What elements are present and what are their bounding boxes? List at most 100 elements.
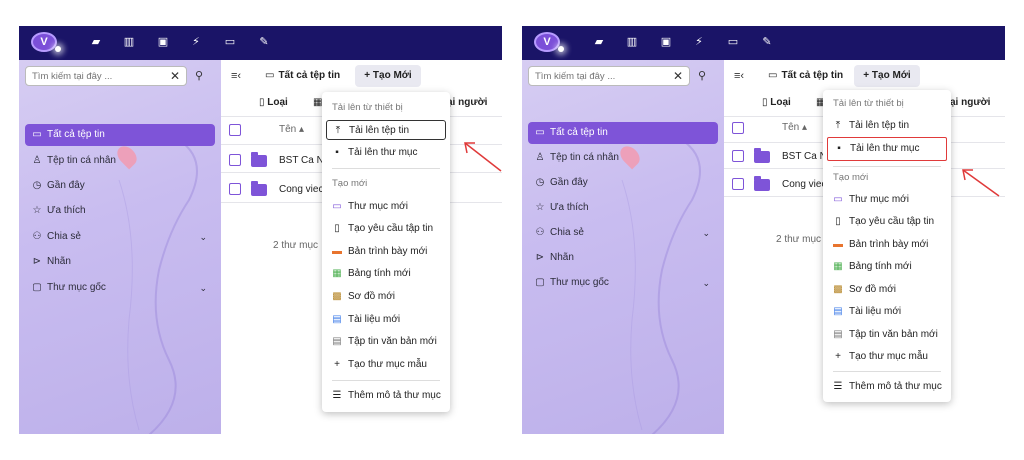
sidebar-item-shared[interactable]: ⚇ Chia sẻ ⌄ <box>528 222 718 244</box>
search-box[interactable]: ✕ <box>25 66 187 86</box>
select-all-checkbox[interactable] <box>229 124 241 136</box>
sidebar-item-label: Nhãn <box>47 256 71 267</box>
row-checkbox[interactable] <box>229 154 241 166</box>
collapse-menu-icon[interactable]: ≡‹ <box>231 70 241 82</box>
app-logo[interactable]: V <box>31 32 57 52</box>
pen-icon[interactable]: ✎ <box>760 35 774 49</box>
new-diagram-item[interactable]: ▩ Sơ đồ mới <box>326 287 446 307</box>
template-folder-item[interactable]: + Tạo thư mục mẫu <box>827 347 947 367</box>
file-request-icon: ▯ <box>334 223 340 234</box>
chevron-down-icon[interactable]: ⌄ <box>702 272 710 294</box>
select-all-checkbox[interactable] <box>732 122 744 134</box>
new-diagram-item[interactable]: ▩ Sơ đồ mới <box>827 280 947 300</box>
sidebar-item-label: Tất cả tệp tin <box>550 127 608 138</box>
sidebar-item-recent[interactable]: ◷ Gần đây <box>25 175 215 197</box>
star-icon: ☆ <box>32 205 42 216</box>
create-new-button[interactable]: + Tạo Mới <box>854 65 920 87</box>
sidebar: ✕ ⚲ ▭ Tất cả tệp tin ♙ Tệp tin cá nhân ◷… <box>19 60 221 434</box>
chevron-down-icon[interactable]: ⌄ <box>199 226 207 248</box>
search-icon[interactable]: ⚲ <box>195 69 203 82</box>
add-description-item[interactable]: ☰ Thêm mô tả thư mục <box>827 377 947 397</box>
breadcrumb[interactable]: ▭ Tất cả tệp tin <box>265 70 340 81</box>
new-presentation-item[interactable]: ▬ Bản trình bày mới <box>326 242 446 262</box>
upload-file-item[interactable]: ⤒ Tải lên tệp tin <box>326 120 446 140</box>
new-text-file-label: Tập tin văn bản mới <box>348 336 437 347</box>
sidebar-item-tags[interactable]: ⊳ Nhãn <box>25 251 215 273</box>
bolt-icon[interactable]: ⚡ <box>189 35 203 49</box>
top-navbar: V ▰ ▥ ▣ ⚡ ▭ ✎ <box>522 26 1005 60</box>
sidebar-item-all-files[interactable]: ▭ Tất cả tệp tin <box>528 122 718 144</box>
folder-icon[interactable]: ▰ <box>89 35 103 49</box>
breadcrumb[interactable]: ▭ Tất cả tệp tin <box>768 70 843 81</box>
new-spreadsheet-item[interactable]: ▦ Bảng tính mới <box>827 257 947 277</box>
file-request-item[interactable]: ▯ Tạo yêu cầu tập tin <box>827 212 947 232</box>
template-folder-item[interactable]: + Tạo thư mục mẫu <box>326 355 446 375</box>
search-input[interactable] <box>529 67 659 85</box>
add-description-item[interactable]: ☰ Thêm mô tả thư mục <box>326 386 446 406</box>
search-box[interactable]: ✕ <box>528 66 690 86</box>
row-checkbox[interactable] <box>732 150 744 162</box>
sidebar-item-all-files[interactable]: ▭ Tất cả tệp tin <box>25 124 215 146</box>
bolt-icon[interactable]: ⚡ <box>692 35 706 49</box>
sidebar-item-shared[interactable]: ⚇ Chia sẻ ⌄ <box>25 226 215 248</box>
row-checkbox[interactable] <box>732 178 744 190</box>
share-icon: ⚇ <box>535 227 545 238</box>
type-filter[interactable]: ▯ Loại <box>762 97 791 108</box>
type-filter[interactable]: ▯ Loại <box>259 97 288 108</box>
upload-file-item[interactable]: ⤒ Tải lên tệp tin <box>827 116 947 136</box>
close-icon[interactable]: ✕ <box>170 69 180 83</box>
create-new-button[interactable]: + Tạo Mới <box>355 65 421 87</box>
file-request-item[interactable]: ▯ Tạo yêu cầu tập tin <box>326 219 446 239</box>
sidebar-item-recent[interactable]: ◷ Gần đây <box>528 172 718 194</box>
chevron-down-icon[interactable]: ⌄ <box>199 277 207 299</box>
column-header-name[interactable]: Tên ▴ <box>279 124 304 135</box>
upload-folder-label: Tải lên thư mục <box>850 143 920 154</box>
people-filter[interactable]: ại người <box>447 97 487 108</box>
top-navbar: V ▰ ▥ ▣ ⚡ ▭ ✎ <box>19 26 502 60</box>
collapse-menu-icon[interactable]: ≡‹ <box>734 70 744 82</box>
user-icon: ♙ <box>535 152 545 163</box>
sidebar-item-root-folders[interactable]: ▢ Thư mục gốc ⌄ <box>25 277 215 299</box>
grid-icon[interactable]: ▥ <box>122 35 136 49</box>
folder-icon[interactable]: ▰ <box>592 35 606 49</box>
new-document-item[interactable]: ▤ Tài liệu mới <box>827 302 947 322</box>
column-header-name[interactable]: Tên ▴ <box>782 122 807 133</box>
diagram-icon: ▩ <box>833 284 843 295</box>
new-presentation-item[interactable]: ▬ Bản trình bày mới <box>827 235 947 255</box>
sidebar-item-favorites[interactable]: ☆ Ưa thích <box>25 200 215 222</box>
new-folder-item[interactable]: ▭ Thư mục mới <box>827 190 947 210</box>
sidebar-item-favorites[interactable]: ☆ Ưa thích <box>528 197 718 219</box>
new-spreadsheet-label: Bảng tính mới <box>849 261 912 272</box>
sidebar-item-root-folders[interactable]: ▢ Thư mục gốc ⌄ <box>528 272 718 294</box>
app-logo[interactable]: V <box>534 32 560 52</box>
image-icon[interactable]: ▣ <box>156 35 170 49</box>
calendar-icon[interactable]: ▭ <box>726 35 740 49</box>
grid-icon[interactable]: ▥ <box>625 35 639 49</box>
image-icon[interactable]: ▣ <box>659 35 673 49</box>
description-icon: ☰ <box>332 390 342 401</box>
sidebar-item-personal[interactable]: ♙ Tệp tin cá nhân <box>25 150 215 172</box>
new-text-file-item[interactable]: ▤ Tập tin văn bản mới <box>326 332 446 352</box>
spreadsheet-icon: ▦ <box>332 268 342 279</box>
search-input[interactable] <box>26 67 156 85</box>
people-filter[interactable]: ại người <box>950 97 990 108</box>
pen-icon[interactable]: ✎ <box>257 35 271 49</box>
new-document-item[interactable]: ▤ Tài liệu mới <box>326 310 446 330</box>
new-spreadsheet-item[interactable]: ▦ Bảng tính mới <box>326 264 446 284</box>
sidebar-item-tags[interactable]: ⊳ Nhãn <box>528 247 718 269</box>
row-checkbox[interactable] <box>229 183 241 195</box>
sidebar-item-label: Tệp tin cá nhân <box>550 152 619 163</box>
folder-icon: ▭ <box>32 129 42 140</box>
new-folder-item[interactable]: ▭ Thư mục mới <box>326 197 446 217</box>
new-document-label: Tài liệu mới <box>849 306 902 317</box>
search-icon[interactable]: ⚲ <box>698 69 706 82</box>
chevron-down-icon[interactable]: ⌄ <box>702 222 710 244</box>
close-icon[interactable]: ✕ <box>673 69 683 83</box>
upload-folder-item[interactable]: ▪ Tải lên thư mục <box>326 143 446 163</box>
sidebar-item-personal[interactable]: ♙ Tệp tin cá nhân <box>528 147 718 169</box>
document-icon: ▤ <box>332 314 342 325</box>
calendar-icon[interactable]: ▭ <box>223 35 237 49</box>
upload-folder-item[interactable]: ▪ Tải lên thư mục <box>827 137 947 161</box>
new-text-file-item[interactable]: ▤ Tập tin văn bản mới <box>827 325 947 345</box>
sidebar-item-label: Thư mục gốc <box>550 277 609 288</box>
